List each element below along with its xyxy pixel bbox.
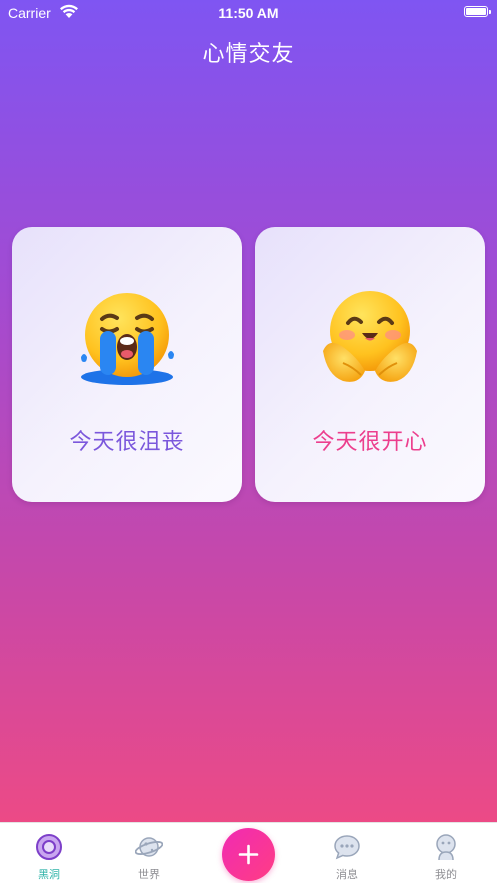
planet-icon [135,837,163,857]
tab-label-black-hole: 黑洞 [38,868,60,881]
black-hole-icon [36,834,62,860]
mood-card-happy[interactable]: 今天很开心 [255,227,485,502]
plus-icon [238,844,259,865]
tab-black-hole[interactable]: 黑洞 [14,823,84,883]
profile-icon [436,834,456,861]
tab-label-world: 世界 [138,868,160,881]
clock: 11:50 AM [218,5,279,21]
mood-label-happy: 今天很开心 [312,430,428,455]
mood-label-sad: 今天很沮丧 [69,430,185,455]
crying-face-icon [81,293,174,385]
tab-world[interactable]: 世界 [114,823,184,883]
hugging-face-icon [323,291,417,382]
tab-bar: 黑洞 世界 消息 我的 [0,822,497,883]
page-title: 心情交友 [202,42,295,67]
chat-bubble-icon [334,835,360,860]
tab-me[interactable]: 我的 [411,823,481,883]
tab-label-messages: 消息 [336,868,358,881]
mood-card-sad[interactable]: 今天很沮丧 [12,227,242,502]
background: Carrier 11:50 AM 心情交友 今天很沮丧 今天很开心 [0,0,497,822]
add-post-button[interactable] [222,828,275,881]
status-bar: Carrier 11:50 AM [0,0,497,26]
battery-icon [464,6,491,17]
tab-label-me: 我的 [435,868,457,881]
tab-messages[interactable]: 消息 [312,823,382,883]
